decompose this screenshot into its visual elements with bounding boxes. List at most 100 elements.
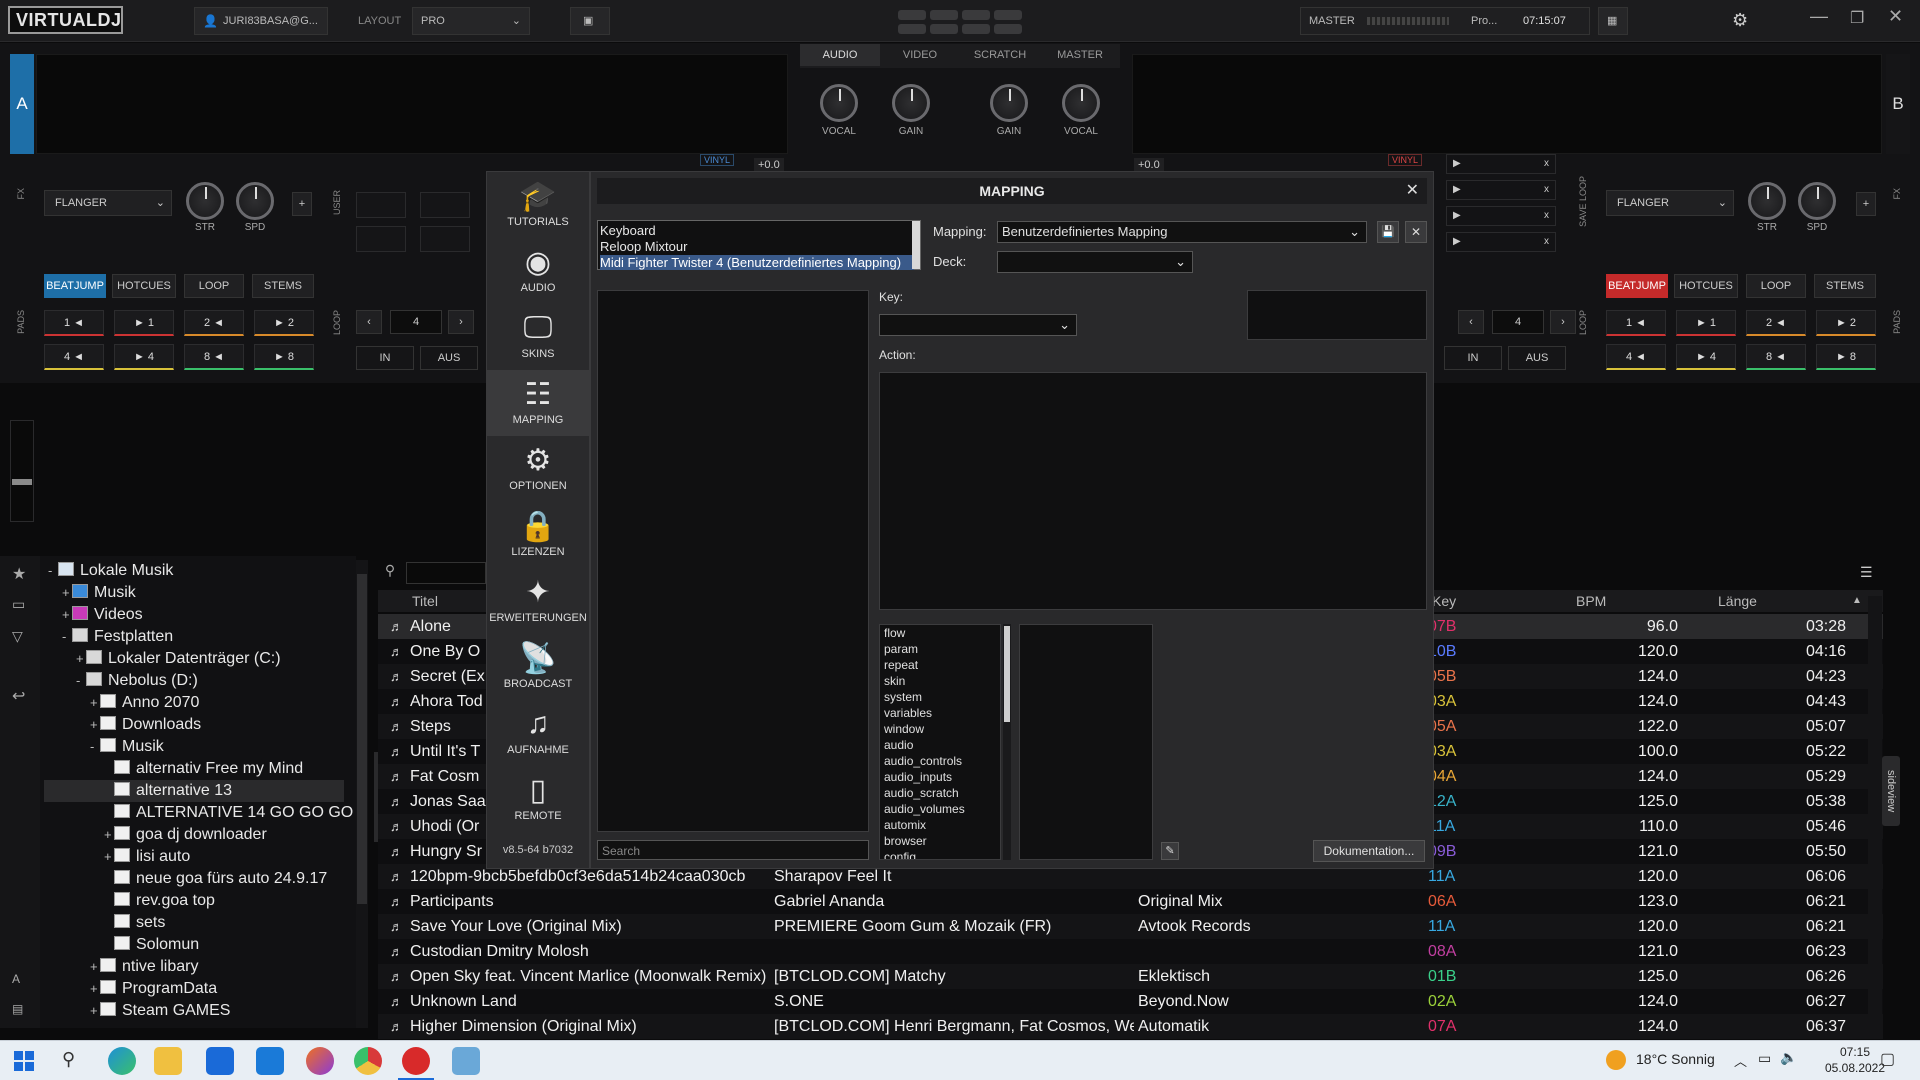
verb-list[interactable] xyxy=(1019,624,1153,860)
documentation-button[interactable]: Dokumentation... xyxy=(1313,840,1425,862)
tab-audio[interactable]: AUDIO xyxy=(800,44,880,66)
save-mapping-button[interactable]: 💾 xyxy=(1377,221,1399,243)
tree-item[interactable]: + ntive libary xyxy=(90,956,198,978)
list-view-icon[interactable]: ☰ xyxy=(1860,564,1882,584)
verb-item[interactable]: system xyxy=(880,689,1000,705)
verb-item[interactable]: audio_volumes xyxy=(880,801,1000,817)
minimize-icon[interactable]: — xyxy=(1810,6,1828,27)
delete-mapping-button[interactable]: ✕ xyxy=(1405,221,1427,243)
vocal-knob-a[interactable] xyxy=(820,84,858,122)
pad-right-3[interactable]: 2 ◄ xyxy=(1746,310,1806,336)
pad-right-4[interactable]: ► 2 xyxy=(1816,310,1876,336)
vinyl-badge-right[interactable]: VINYL xyxy=(1388,154,1423,166)
verb-item[interactable]: param xyxy=(880,641,1000,657)
fx-spd-knob-left[interactable] xyxy=(236,182,274,220)
layout-segment-3[interactable] xyxy=(962,10,990,20)
tree-scrollbar-thumb[interactable] xyxy=(357,574,367,904)
tree-item[interactable]: ALTERNATIVE 14 GO GO GO xyxy=(104,802,353,824)
expand-icon[interactable]: + xyxy=(90,1000,100,1022)
collapse-icon[interactable]: - xyxy=(90,736,100,758)
action-textarea[interactable] xyxy=(879,372,1427,610)
tab-hotcues-right[interactable]: HOTCUES xyxy=(1674,274,1738,298)
pad-right-1[interactable]: 1 ◄ xyxy=(1606,310,1666,336)
tree-item[interactable]: + Musik xyxy=(62,582,136,604)
collapse-icon[interactable]: - xyxy=(48,560,58,582)
save-loop-slot-4[interactable]: ▶ x xyxy=(1446,232,1556,252)
pad-left-8[interactable]: ► 8 xyxy=(254,344,314,370)
tree-item[interactable]: + goa dj downloader xyxy=(104,824,267,846)
volume-fader[interactable] xyxy=(10,420,34,522)
fx-add-button-left[interactable]: + xyxy=(292,192,312,216)
tab-hotcues-left[interactable]: HOTCUES xyxy=(112,274,176,298)
verb-item[interactable]: repeat xyxy=(880,657,1000,673)
network-icon[interactable]: ▭ xyxy=(1758,1050,1771,1067)
user-slot-4[interactable] xyxy=(420,226,470,252)
panel-icon[interactable]: ▤ xyxy=(12,1002,23,1016)
tree-item[interactable]: Solomun xyxy=(104,934,199,956)
tree-item[interactable]: - Musik xyxy=(90,736,164,758)
fx-select-left[interactable]: FLANGER ⌄ xyxy=(44,190,172,216)
gain-knob-b[interactable] xyxy=(990,84,1028,122)
close-icon[interactable]: ✕ xyxy=(1888,6,1903,27)
layout-segment-1[interactable] xyxy=(898,10,926,20)
user-slot-3[interactable] xyxy=(356,226,406,252)
device-midi-fighter[interactable]: Midi Fighter Twister 4 (Benutzerdefinier… xyxy=(600,255,914,270)
weather-text[interactable]: 18°C Sonnig xyxy=(1636,1051,1715,1067)
fx-spd-knob-right[interactable] xyxy=(1798,182,1836,220)
settings-nav-tutorials[interactable]: 🎓 TUTORIALS xyxy=(487,172,589,238)
drive-icon[interactable]: ▭ xyxy=(12,596,25,613)
tab-loop-right[interactable]: LOOP xyxy=(1746,274,1806,298)
settings-nav-skins[interactable]: 🖵 SKINS xyxy=(487,304,589,370)
expand-icon[interactable]: + xyxy=(90,714,100,736)
settings-nav-remote[interactable]: ▯ REMOTE xyxy=(487,766,589,832)
table-row[interactable]: ♬ Participants Gabriel Ananda Original Mix 0… xyxy=(378,889,1883,914)
file-explorer-icon[interactable] xyxy=(154,1047,182,1075)
tab-master[interactable]: MASTER xyxy=(1040,44,1120,66)
collapse-icon[interactable]: - xyxy=(62,626,72,648)
save-loop-slot-1[interactable]: ▶ x xyxy=(1446,154,1556,174)
back-icon[interactable]: ↩ xyxy=(12,686,25,706)
tree-item[interactable]: + Anno 2070 xyxy=(90,692,199,714)
layout-segment-4[interactable] xyxy=(994,10,1022,20)
header-title[interactable]: Titel xyxy=(412,590,438,612)
device-list-scrollbar[interactable] xyxy=(912,221,920,269)
tab-loop-left[interactable]: LOOP xyxy=(184,274,244,298)
header-length[interactable]: Länge xyxy=(1718,590,1757,612)
verb-category-list[interactable]: flow param repeat skin system variables window… xyxy=(879,624,1001,860)
expand-icon[interactable]: + xyxy=(62,604,72,626)
verb-item[interactable]: browser xyxy=(880,833,1000,849)
fader-handle[interactable] xyxy=(12,479,32,485)
table-row[interactable]: ♬ Custodian Dmitry Molosh 08A 121.0 06:23 xyxy=(378,939,1883,964)
pad-left-2[interactable]: ► 1 xyxy=(114,310,174,336)
volume-icon[interactable]: 🔈 xyxy=(1780,1049,1797,1066)
tree-item[interactable]: + Steam GAMES xyxy=(90,1000,230,1022)
tree-scrollbar[interactable] xyxy=(356,560,368,1028)
tree-item[interactable]: alternativ Free my Mind xyxy=(104,758,303,780)
tree-item[interactable]: neue goa fürs auto 24.9.17 xyxy=(104,868,327,890)
fx-str-knob-right[interactable] xyxy=(1748,182,1786,220)
settings-nav-mapping[interactable]: ☷ MAPPING xyxy=(487,370,589,436)
text-size-icon[interactable]: A xyxy=(12,972,20,986)
firefox-icon[interactable] xyxy=(306,1047,334,1075)
layout-segment-6[interactable] xyxy=(930,24,958,34)
tree-item[interactable]: + lisi auto xyxy=(104,846,190,868)
expand-icon[interactable]: + xyxy=(90,956,100,978)
settings-gear-icon[interactable]: ⚙ xyxy=(1732,10,1748,31)
verb-item[interactable]: automix xyxy=(880,817,1000,833)
close-icon[interactable]: x xyxy=(1544,207,1549,225)
sideview-tab[interactable]: sideview xyxy=(1882,756,1900,826)
verb-item[interactable]: config xyxy=(880,849,1000,859)
settings-nav-optionen[interactable]: ⚙ OPTIONEN xyxy=(487,436,589,502)
verb-item[interactable]: audio_scratch xyxy=(880,785,1000,801)
user-account-button[interactable]: 👤 JURI83BASA@G... xyxy=(194,7,328,35)
app-icon[interactable] xyxy=(452,1047,480,1075)
close-icon[interactable]: x xyxy=(1544,181,1549,199)
verb-list-scrollbar-thumb[interactable] xyxy=(1004,626,1010,722)
fx-select-right[interactable]: FLANGER ⌄ xyxy=(1606,190,1734,216)
settings-nav-erweiterungen[interactable]: ✦ ERWEITERUNGEN xyxy=(487,568,589,634)
edit-pen-button[interactable]: ✎ xyxy=(1161,842,1179,860)
pad-right-8[interactable]: ► 8 xyxy=(1816,344,1876,370)
tree-item[interactable]: + ProgramData xyxy=(90,978,217,1000)
table-row[interactable]: ♬ Open Sky feat. Vincent Marlice (Moonwal… xyxy=(378,964,1883,989)
key-learn-box[interactable] xyxy=(1247,290,1427,340)
